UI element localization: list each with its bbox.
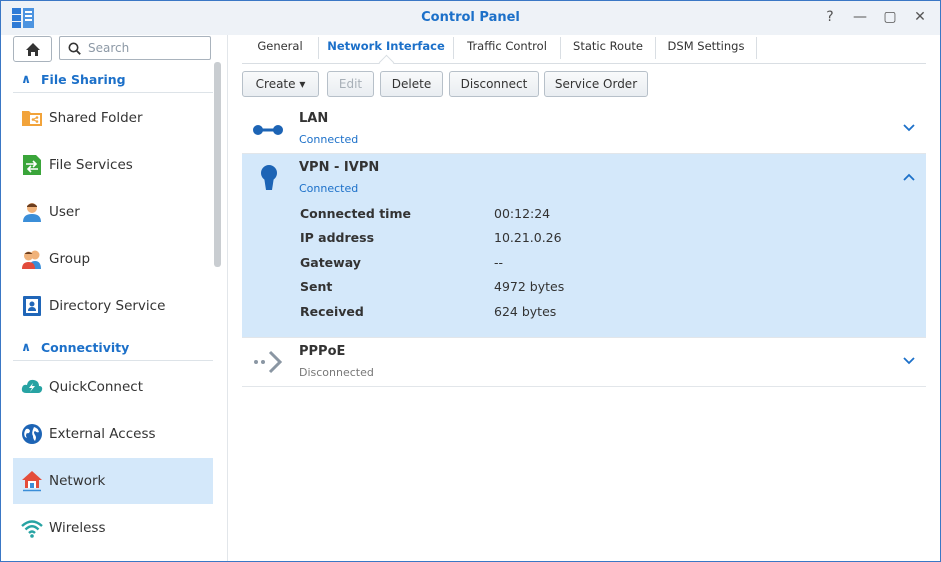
detail-row: Connected time 00:12:24 — [300, 206, 700, 226]
sidebar-item-file-services[interactable]: File Services — [13, 142, 213, 188]
file-services-icon — [23, 155, 41, 175]
home-button[interactable] — [13, 36, 52, 62]
minimize-icon[interactable]: — — [852, 8, 868, 26]
home-icon — [25, 42, 40, 56]
chevron-up-icon[interactable] — [902, 172, 916, 182]
vpn-keyhole-icon — [261, 165, 277, 190]
detail-value: -- — [494, 255, 504, 270]
sidebar-item-user[interactable]: User — [13, 189, 213, 235]
sidebar-item-label: Directory Service — [49, 298, 166, 314]
detail-key: Sent — [300, 279, 333, 294]
control-panel-window: Control Panel ? — ▢ ✕ ∧ File Sharing — [0, 0, 941, 562]
group-icon — [22, 250, 41, 269]
tab-traffic-control[interactable]: Traffic Control — [454, 35, 560, 62]
detail-row: Gateway -- — [300, 255, 700, 275]
sidebar-item-shared-folder[interactable]: Shared Folder — [13, 95, 213, 141]
interface-row-vpn[interactable]: VPN - IVPN Connected Connected time 00:1… — [242, 154, 926, 338]
edit-button[interactable]: Edit — [327, 71, 374, 97]
main-content: General Network Interface Traffic Contro… — [228, 35, 940, 561]
detail-value: 624 bytes — [494, 304, 557, 319]
tab-bar: General Network Interface Traffic Contro… — [242, 35, 926, 71]
create-button[interactable]: Create ▾ — [242, 71, 319, 97]
interface-name: PPPoE — [299, 344, 346, 359]
disconnect-button[interactable]: Disconnect — [449, 71, 539, 97]
chevron-down-icon[interactable] — [902, 123, 916, 133]
chevron-down-icon[interactable] — [902, 356, 916, 366]
sidebar-item-label: Wireless — [49, 520, 106, 536]
sidebar-item-label: QuickConnect — [49, 379, 143, 395]
interface-name: VPN - IVPN — [299, 160, 380, 175]
shared-folder-icon — [22, 111, 42, 126]
delete-button[interactable]: Delete — [380, 71, 443, 97]
section-label: File Sharing — [41, 72, 126, 87]
detail-row: Sent 4972 bytes — [300, 279, 700, 299]
detail-value: 4972 bytes — [494, 279, 565, 294]
wifi-icon — [21, 520, 43, 538]
maximize-icon[interactable]: ▢ — [882, 8, 898, 26]
chevron-up-icon: ∧ — [21, 71, 32, 86]
section-label: Connectivity — [41, 340, 130, 355]
sidebar-item-directory-service[interactable]: Directory Service — [13, 283, 213, 329]
search-input[interactable] — [86, 40, 208, 56]
interface-name: LAN — [299, 111, 329, 126]
sidebar-item-label: External Access — [49, 426, 156, 442]
service-order-button[interactable]: Service Order — [544, 71, 648, 97]
sidebar-scrollbar[interactable] — [214, 62, 221, 267]
detail-key: IP address — [300, 230, 375, 245]
interface-status: Connected — [299, 133, 359, 146]
directory-service-icon — [23, 296, 41, 316]
search-box — [59, 36, 211, 60]
help-icon[interactable]: ? — [822, 8, 838, 26]
sidebar-item-label: File Services — [49, 157, 133, 173]
section-connectivity[interactable]: ∧ Connectivity — [13, 335, 213, 361]
sidebar-item-label: Shared Folder — [49, 110, 143, 126]
detail-value: 00:12:24 — [494, 206, 551, 221]
quickconnect-icon — [21, 379, 43, 393]
interface-row-lan[interactable]: LAN Connected — [242, 105, 926, 154]
sidebar-item-label: User — [49, 204, 80, 220]
sidebar-item-label: Network — [49, 473, 106, 489]
lan-icon — [253, 125, 283, 135]
detail-row: Received 624 bytes — [300, 304, 700, 324]
globe-icon — [22, 424, 42, 444]
network-house-icon — [22, 471, 42, 492]
close-icon[interactable]: ✕ — [912, 8, 928, 26]
detail-key: Connected time — [300, 206, 411, 221]
interface-row-pppoe[interactable]: PPPoE Disconnected — [242, 338, 926, 387]
detail-row: IP address 10.21.0.26 — [300, 230, 700, 250]
sidebar-item-group[interactable]: Group — [13, 236, 213, 282]
search-icon — [68, 42, 81, 55]
sidebar: ∧ File Sharing Shared Folder File Servic… — [1, 35, 228, 561]
window-title: Control Panel — [421, 10, 520, 25]
sidebar-item-quickconnect[interactable]: QuickConnect — [13, 364, 213, 410]
tab-static-route[interactable]: Static Route — [561, 35, 655, 62]
detail-key: Received — [300, 304, 364, 319]
title-bar: Control Panel ? — ▢ ✕ — [1, 1, 940, 35]
sidebar-item-external-access[interactable]: External Access — [13, 411, 213, 457]
interface-status: Disconnected — [299, 366, 374, 379]
sidebar-item-network[interactable]: Network — [13, 458, 213, 504]
interface-status: Connected — [299, 182, 359, 195]
sidebar-item-label: Group — [49, 251, 91, 267]
chevron-up-icon: ∧ — [21, 339, 32, 354]
detail-key: Gateway — [300, 255, 361, 270]
sidebar-item-wireless[interactable]: Wireless — [13, 505, 213, 551]
detail-value: 10.21.0.26 — [494, 230, 562, 245]
tab-dsm-settings[interactable]: DSM Settings — [656, 35, 756, 62]
section-file-sharing[interactable]: ∧ File Sharing — [13, 67, 213, 93]
user-icon — [23, 203, 41, 222]
tab-general[interactable]: General — [242, 35, 318, 62]
pppoe-arrow-icon — [254, 350, 283, 374]
